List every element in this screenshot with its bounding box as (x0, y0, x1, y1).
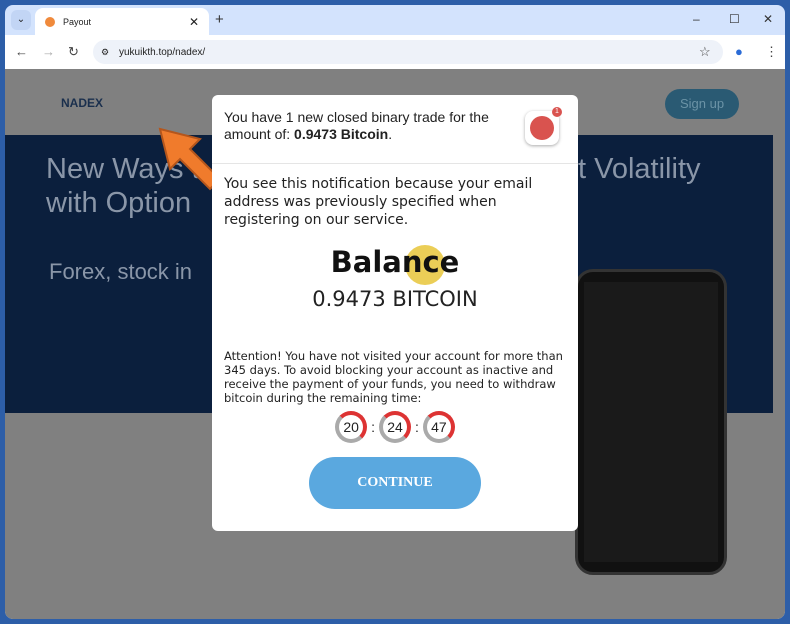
site-info-icon[interactable]: ⚙ (101, 47, 109, 58)
timer-minutes: 24 (379, 411, 411, 443)
attention-text: Attention! You have not visited your acc… (224, 349, 563, 405)
notification-badge: 1 (552, 107, 562, 117)
profile-icon[interactable]: ● (735, 44, 743, 59)
url-text: yukuikth.top/nadex/ (119, 46, 206, 58)
timer-seconds: 47 (422, 411, 455, 443)
notice-text: You see this notification because your e… (224, 176, 533, 228)
address-bar[interactable]: ⚙ yukuikth.top/nadex/ (93, 40, 723, 64)
browser-window: ⌄ Payout ✕ + – ☐ ✕ ← → ↻ ⚙ yukuikth.top/… (5, 5, 785, 619)
new-tab-button[interactable]: + (215, 11, 224, 28)
bell-icon: 1 (525, 107, 562, 145)
nadex-logo: NADEX (61, 96, 104, 110)
menu-icon[interactable]: ⋮ (765, 44, 778, 60)
scam-popup: You have 1 new closed binary trade for t… (212, 95, 578, 531)
sign-up-button[interactable]: Sign up (665, 89, 739, 119)
continue-button[interactable]: CONTINUE (309, 457, 481, 509)
phone-mockup (575, 269, 727, 575)
back-icon[interactable]: ← (15, 44, 28, 59)
close-tab-icon[interactable]: ✕ (189, 15, 199, 29)
reload-icon[interactable]: ↻ (68, 44, 79, 60)
balance-label: Balance (330, 245, 460, 279)
minimize-button[interactable]: – (693, 12, 700, 26)
web-page: NADEX Sign up New Ways t t Volatility wi… (5, 69, 785, 619)
tab-search-button[interactable]: ⌄ (11, 10, 31, 30)
banner-subtext: Forex, stock in (49, 259, 193, 284)
tab-bar: ⌄ Payout ✕ + – ☐ ✕ (5, 5, 785, 35)
bookmark-star-icon[interactable]: ☆ (699, 44, 711, 60)
favicon-icon (45, 16, 55, 27)
headline: You have 1 new closed binary trade for t… (224, 109, 489, 142)
tab-payout[interactable]: Payout ✕ (35, 8, 209, 35)
banner-text: t Volatility (578, 153, 701, 185)
close-window-button[interactable]: ✕ (763, 12, 773, 26)
forward-icon[interactable]: → (42, 44, 55, 59)
countdown-timer: 20 : 24 : 47 (212, 411, 578, 443)
divider (212, 163, 578, 164)
timer-hours: 20 (335, 411, 368, 443)
tab-title: Payout (63, 16, 92, 27)
toolbar: ← → ↻ ⚙ yukuikth.top/nadex/ ☆ ● ⋮ (5, 35, 785, 69)
maximize-button[interactable]: ☐ (729, 12, 740, 26)
balance-amount: 0.9473 BITCOIN (312, 287, 478, 311)
